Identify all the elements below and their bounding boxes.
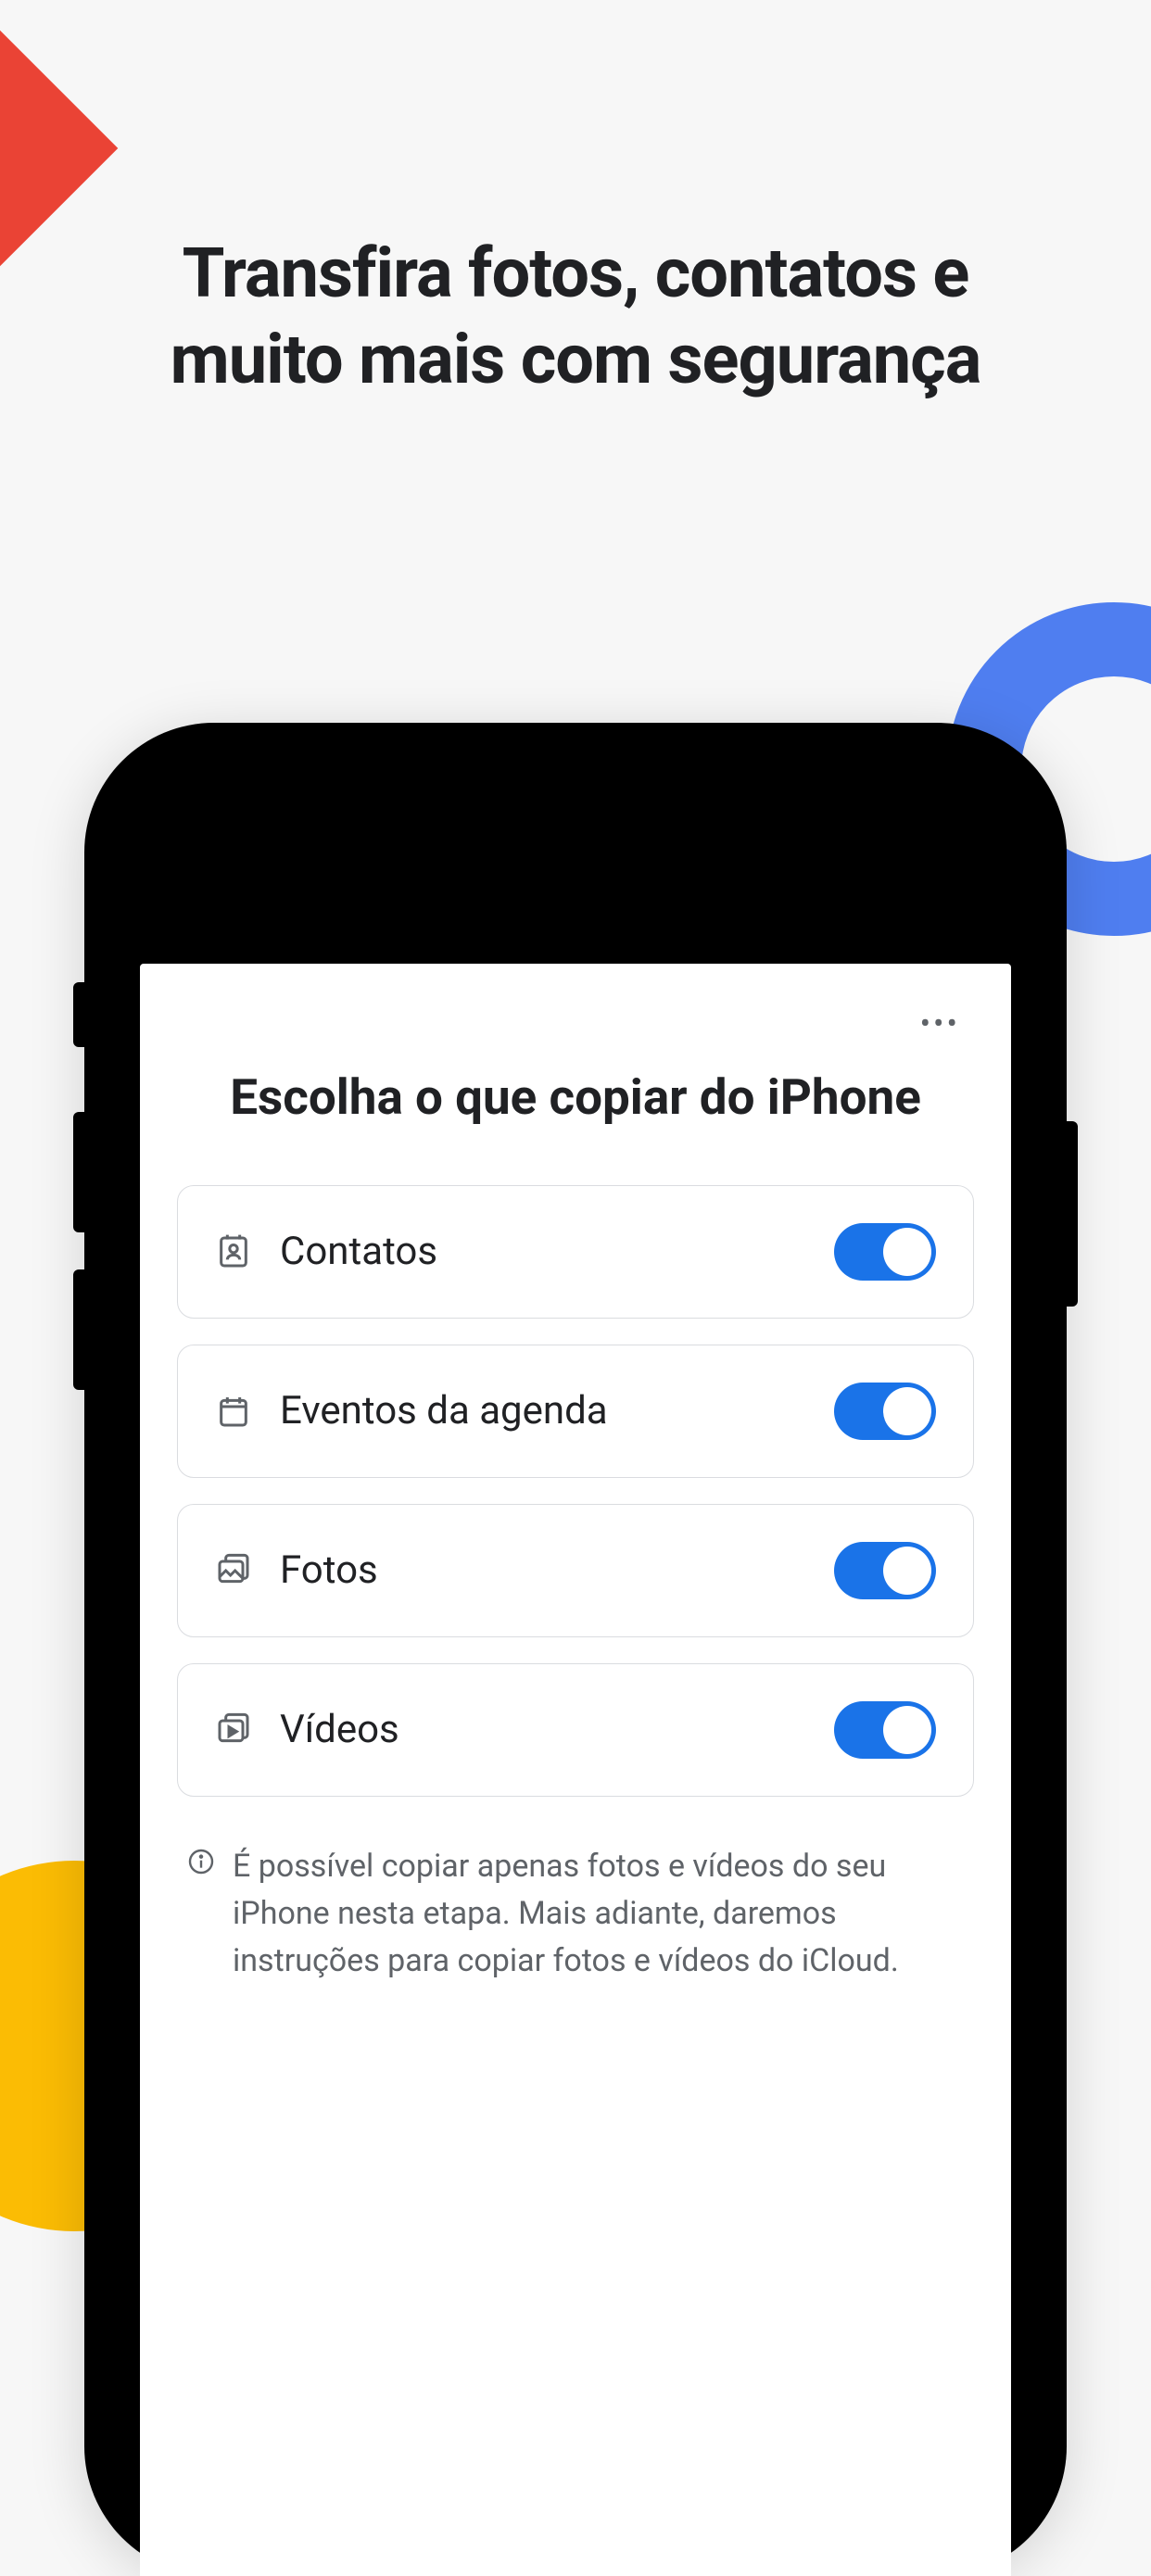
calendar-icon — [215, 1393, 252, 1430]
info-note: É possível copiar apenas fotos e vídeos … — [177, 1843, 974, 1985]
toggle-eventos-agenda[interactable] — [834, 1383, 936, 1440]
option-eventos-agenda[interactable]: Eventos da agenda — [177, 1345, 974, 1478]
overflow-menu-icon[interactable]: ••• — [920, 1005, 960, 1042]
toggle-contatos[interactable] — [834, 1223, 936, 1281]
phone-side-button — [73, 1269, 84, 1390]
phone-side-button — [73, 1112, 84, 1232]
videos-icon — [215, 1711, 252, 1749]
option-label: Contatos — [280, 1229, 806, 1274]
info-icon — [186, 1847, 216, 1876]
toggle-fotos[interactable] — [834, 1542, 936, 1599]
contacts-icon — [215, 1233, 252, 1270]
phone-screen: ••• Escolha o que copiar do iPhone Conta… — [140, 964, 1011, 2576]
option-fotos[interactable]: Fotos — [177, 1504, 974, 1637]
phone-side-button — [1067, 1121, 1078, 1307]
marketing-headline: Transfira fotos, contatos e muito mais c… — [0, 232, 1151, 403]
toggle-videos[interactable] — [834, 1701, 936, 1759]
option-videos[interactable]: Vídeos — [177, 1663, 974, 1797]
photos-icon — [215, 1552, 252, 1589]
option-contatos[interactable]: Contatos — [177, 1185, 974, 1319]
option-label: Vídeos — [280, 1707, 806, 1752]
phone-frame: ••• Escolha o que copiar do iPhone Conta… — [84, 723, 1067, 2576]
option-label: Fotos — [280, 1547, 806, 1593]
option-label: Eventos da agenda — [280, 1388, 806, 1433]
phone-side-button — [73, 982, 84, 1047]
screen-title: Escolha o que copiar do iPhone — [177, 1066, 974, 1130]
info-text: É possível copiar apenas fotos e vídeos … — [233, 1843, 965, 1985]
